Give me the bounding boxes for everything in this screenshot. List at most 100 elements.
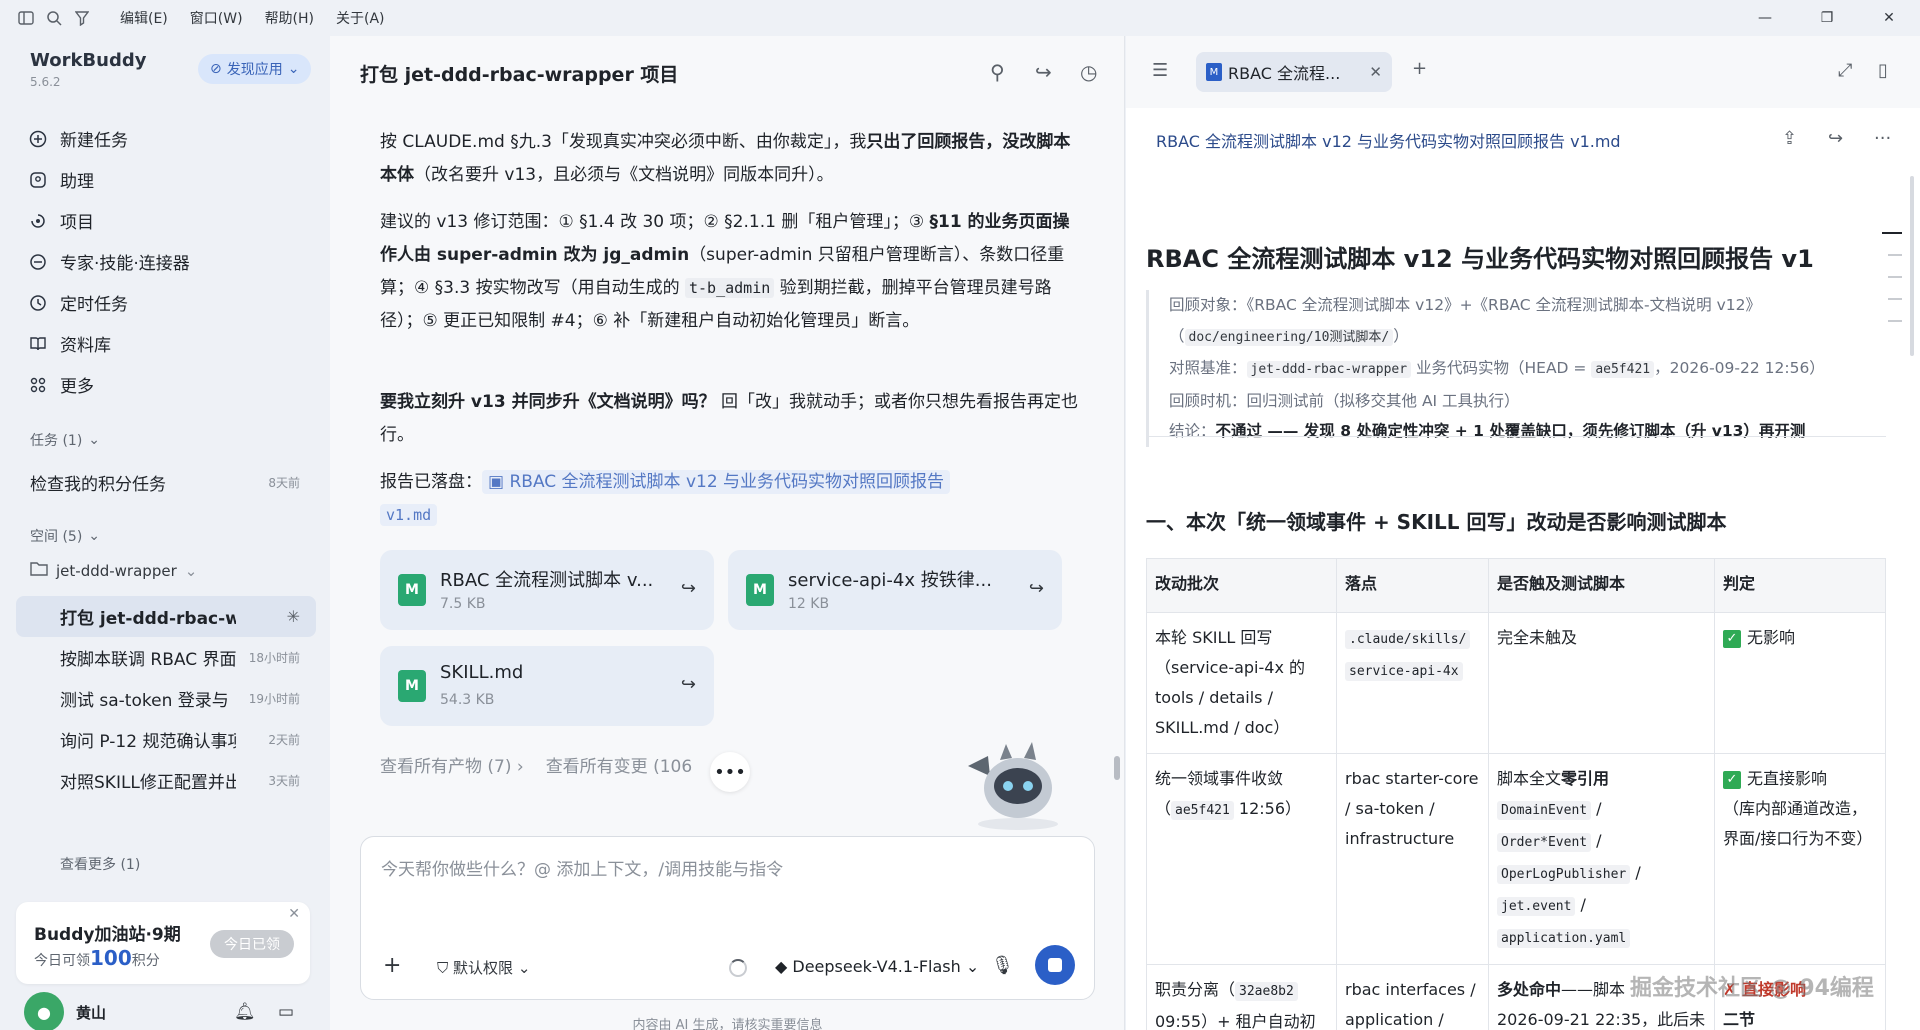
view-changes-link[interactable]: 查看所有变更 (106 [546,752,692,777]
file-card-size: 7.5 KB [440,596,486,612]
space-task-item-active[interactable]: 打包 jet-ddd-rbac-wrapper ✳ [16,596,316,637]
search-icon[interactable] [40,4,68,32]
file-card-name: SKILL.md [440,662,524,683]
toc-marker[interactable] [1882,232,1902,234]
menu-help[interactable]: 帮助(H) [257,4,322,32]
file-card[interactable]: M RBAC 全流程测试脚本 v... 7.5 KB ↪ [380,550,714,630]
nav-new-task[interactable]: 新建任务 [16,118,316,159]
table-cell: rbac starter-core / sa-token / infrastru… [1336,753,1489,965]
new-task-icon [28,129,48,149]
review-table: 改动批次 落点 是否触及测试脚本 判定 本轮 SKILL 回写（service-… [1146,558,1886,1030]
see-more-link[interactable]: 查看更多 (1) [60,854,140,874]
search-icon[interactable]: ⚲ [990,60,1005,84]
report-file-link-suffix[interactable]: v1.md [380,504,438,526]
monitor-icon[interactable]: ▭ [278,1002,294,1022]
main-nav: 新建任务 助理 项目 专家·技能·连接器 定时任务 资料库 更多 [16,118,316,405]
document-tab[interactable]: M RBAC 全流程... ✕ [1196,52,1392,92]
close-icon[interactable]: ✕ [1858,0,1920,36]
toc-marker[interactable] [1888,320,1902,322]
chat-input[interactable]: 今天帮你做些什么？@ 添加上下文，/调用技能与指令 [381,855,783,880]
discover-apps-button[interactable]: ⊘ 发现应用 ⌄ [198,54,312,84]
model-logo-icon: ◆ [775,957,793,976]
section-heading: 一、本次「统一领域事件 + SKILL 回写」改动是否影响测试脚本 [1146,510,1727,534]
sidebar-toggle-icon[interactable] [12,4,40,32]
cell-text: 12:56） [1233,799,1302,818]
folder-icon [30,561,48,580]
nav-experts[interactable]: 专家·技能·连接器 [16,241,316,282]
cell-text: 09:55）+ 租户自动初 [1155,1012,1316,1030]
filter-icon[interactable] [68,4,96,32]
meta-value: 业务代码实物（HEAD = [1411,359,1592,377]
stop-button[interactable] [1035,945,1075,985]
close-icon[interactable]: ✕ [288,906,300,922]
avatar[interactable]: ● [24,992,64,1030]
artifact-links: 查看所有产物 (7) › 查看所有变更 (106 [380,752,692,777]
table-of-contents-rail[interactable] [1882,232,1902,342]
share-icon[interactable]: ↪ [1828,128,1843,149]
restore-icon[interactable]: ❐ [1796,0,1858,36]
history-icon[interactable]: ◷ [1080,60,1097,84]
share-icon[interactable]: ↪ [1035,60,1052,84]
nav-project[interactable]: 项目 [16,200,316,241]
file-card-size: 12 KB [788,596,830,612]
menu-about[interactable]: 关于(A) [328,4,393,32]
table-cell: .claude/skills/service-api-4x [1336,612,1489,754]
menu-edit[interactable]: 编辑(E) [112,4,176,32]
nav-library[interactable]: 资料库 [16,323,316,364]
view-products-link[interactable]: 查看所有产物 (7) › [380,752,524,777]
chat-panel: 打包 jet-ddd-rbac-wrapper 项目 ⚲ ↪ ◷ 按 CLAUD… [330,36,1125,1030]
meta-label: 回顾时机： [1169,391,1247,410]
space-folder[interactable]: jet-ddd-wrapper ⌄ [30,561,197,580]
promo-claim-button[interactable]: 今日已领 [210,930,294,958]
add-attachment-icon[interactable]: + [383,953,401,978]
document-panel: ☰ M RBAC 全流程... ✕ + ⤢ ▯ RBAC 全流程测试脚本 v12… [1126,36,1920,1030]
bell-icon[interactable]: 🔔︎ [234,1002,256,1022]
nav-assistant[interactable]: 助理 [16,159,316,200]
share-icon[interactable]: ↪ [1029,578,1044,599]
more-options-button[interactable]: ••• [710,752,750,792]
permission-dropdown[interactable]: ⛉ 默认权限 ⌄ [437,957,530,978]
inline-code: t-b_admin [685,278,775,298]
file-card[interactable]: M service-api-4x 按铁律... 12 KB ↪ [728,550,1062,630]
more-icon[interactable]: ··· [1874,128,1891,149]
toc-marker[interactable] [1888,254,1902,256]
list-icon[interactable]: ☰ [1152,60,1168,81]
task-item[interactable]: 检查我的积分任务 8天前 [30,468,300,496]
nav-scheduled[interactable]: 定时任务 [16,282,316,323]
cell-code: jet.event [1497,897,1576,916]
upload-icon[interactable]: ⇪ [1782,128,1797,149]
nav-more[interactable]: 更多 [16,364,316,405]
space-task-item[interactable]: 按脚本联调 RBAC 界面 18小时前 [16,637,316,678]
text-segment: 按 CLAUDE.md §九.3「发现真实冲突必须中断、由你裁定」，我 [380,132,867,152]
minimize-icon[interactable]: — [1734,0,1796,36]
expand-icon[interactable]: ⤢ [1838,60,1852,81]
chat-scrollbar[interactable] [1114,756,1120,780]
cell-code: OperLogPublisher [1497,865,1631,884]
new-tab-icon[interactable]: + [1412,58,1427,79]
model-selector[interactable]: ◆ Deepseek-V4.1-Flash ⌄ [775,957,979,976]
document-scrollbar[interactable] [1910,176,1914,356]
toc-marker[interactable] [1888,298,1902,300]
table-cell: ✓ 无影响 [1714,612,1886,754]
check-icon: ✓ [1723,770,1741,789]
share-icon[interactable]: ↪ [681,674,696,695]
space-task-item[interactable]: 测试 sa-token 登录与 19小时前 [16,678,316,719]
panel-toggle-icon[interactable]: ▯ [1878,60,1888,81]
file-card[interactable]: M SKILL.md 54.3 KB ↪ [380,646,714,726]
menu-window[interactable]: 窗口(W) [182,4,251,32]
app-name: WorkBuddy [30,50,147,71]
ai-disclaimer: 内容由 AI 生成，请核实重要信息 [632,1018,823,1030]
nav-label: 定时任务 [60,295,128,315]
toc-marker[interactable] [1888,276,1902,278]
chat-header: 打包 jet-ddd-rbac-wrapper 项目 ⚲ ↪ ◷ [330,36,1124,94]
space-task-item[interactable]: 对照SKILL修正配置并出报 3天前 [16,760,316,801]
nav-label: 专家·技能·连接器 [60,254,190,274]
tasks-section-header[interactable]: 任务 (1) ⌄ [30,430,100,450]
permission-label: 默认权限 [453,959,514,977]
share-icon[interactable]: ↪ [681,578,696,599]
space-task-item[interactable]: 询问 P-12 规范确认事项 2天前 [16,719,316,760]
close-icon[interactable]: ✕ [1369,63,1382,81]
spaces-section-header[interactable]: 空间 (5) ⌄ [30,526,100,546]
report-file-link[interactable]: ▣ RBAC 全流程测试脚本 v12 与业务代码实物对照回顾报告 [482,470,951,494]
microphone-icon[interactable]: 🎙︎ [991,955,1014,976]
